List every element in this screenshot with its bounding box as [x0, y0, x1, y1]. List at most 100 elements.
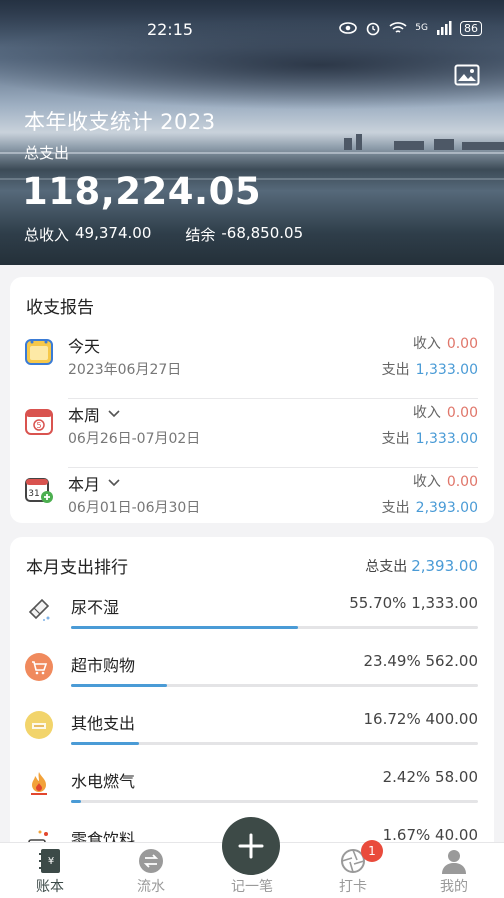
income-label: 收入 — [412, 336, 441, 352]
ranking-item-name: 超市购物 — [71, 656, 136, 675]
tab-profile[interactable]: 我的 — [404, 843, 504, 898]
horizon-line — [0, 152, 504, 154]
ranking-total: 总支出 2,393.00 — [365, 556, 478, 576]
tab-label: 账本 — [36, 879, 64, 895]
tab-label: 我的 — [440, 879, 468, 895]
balance-amount: -68,850.05 — [221, 224, 304, 242]
ranking-item-percent: 16.72% — [363, 710, 421, 728]
eye-icon — [339, 22, 358, 34]
report-period-name: 本周 — [68, 406, 101, 425]
ranking-item-amount: 58.00 — [435, 768, 478, 786]
ranking-item[interactable]: 超市购物 23.49% 562.00 — [10, 648, 494, 706]
status-time: 22:15 — [146, 20, 194, 39]
income-expense-report-card: 收支报告 今天 2023年06月27日 收入 0.00 支出 1,333.00 5 … — [10, 277, 494, 523]
signal-icon — [437, 21, 452, 35]
tab-label: 流水 — [137, 879, 165, 895]
ranking-progress-track — [71, 800, 478, 803]
report-row-today[interactable]: 今天 2023年06月27日 收入 0.00 支出 1,333.00 — [10, 331, 494, 399]
ranking-item[interactable]: 水电燃气 2.42% 58.00 — [10, 764, 494, 822]
report-period-date: 06月01日-06月30日 — [68, 500, 201, 516]
ranking-item[interactable]: 尿不湿 55.70% 1,333.00 — [10, 590, 494, 648]
header-banner: 22:15 5G 86 本年收支统计 2023 总支出 118,224.05 总… — [0, 0, 504, 265]
ranking-total-label: 总支出 — [365, 559, 408, 575]
calendar-today-icon — [25, 339, 53, 365]
change-background-image-icon[interactable] — [454, 64, 480, 86]
ranking-item-amount: 562.00 — [425, 652, 479, 670]
report-row-week[interactable]: 5 本周 06月26日-07月02日 收入 0.00 支出 1,333.00 — [10, 400, 494, 468]
tab-label: 记一笔 — [231, 879, 273, 895]
total-income-amount: 49,374.00 — [75, 224, 152, 242]
plus-icon — [238, 833, 264, 859]
income-label: 收入 — [412, 405, 441, 421]
divider — [68, 398, 478, 399]
ranking-progress-fill — [71, 742, 140, 745]
ranking-progress-track — [71, 626, 478, 629]
svg-text:5: 5 — [36, 421, 41, 430]
city-skyline-decoration — [344, 134, 504, 150]
ranking-progress-fill — [71, 800, 81, 803]
ranking-title: 本月支出排行 — [26, 558, 128, 578]
fire-icon — [31, 772, 47, 795]
ranking-item-percent: 2.42% — [382, 768, 431, 786]
tab-label: 打卡 — [339, 879, 367, 895]
yearly-stats-title: 本年收支统计 2023 — [24, 110, 216, 134]
status-icons: 5G 86 — [339, 20, 482, 36]
wifi-icon — [389, 22, 407, 33]
ranking-progress-track — [71, 684, 478, 687]
total-expense-amount: 118,224.05 — [22, 170, 262, 213]
ranking-total-value: 2,393.00 — [411, 557, 478, 575]
alarm-icon — [366, 22, 380, 36]
transfer-icon — [139, 849, 163, 873]
income-value: 0.00 — [446, 405, 478, 421]
tab-check-in[interactable]: 1 打卡 — [303, 840, 403, 898]
report-period-date: 2023年06月27日 — [68, 362, 182, 378]
ranking-item-percent: 23.49% — [363, 652, 421, 670]
diaper-icon — [28, 598, 50, 621]
expense-value: 1,333.00 — [415, 362, 478, 378]
svg-text:¥: ¥ — [48, 856, 54, 867]
chevron-down-icon[interactable] — [108, 479, 120, 487]
notification-badge: 1 — [361, 840, 383, 862]
ranking-item-amount: 400.00 — [425, 710, 479, 728]
total-expense-label: 总支出 — [24, 144, 70, 162]
expense-value: 1,333.00 — [415, 431, 478, 447]
ranking-item-percent: 55.70% — [349, 594, 407, 612]
ranking-progress-fill — [71, 626, 298, 629]
expense-label: 支出 — [381, 500, 410, 516]
bottom-tab-bar: ¥ 账本 流水 记一笔 1 打卡 我的 — [0, 817, 504, 898]
ranking-progress-track — [71, 742, 478, 745]
tab-transactions[interactable]: 流水 — [101, 843, 201, 898]
report-period-name: 本月 — [68, 475, 101, 494]
report-title: 收支报告 — [26, 298, 94, 318]
ranking-item-name: 其他支出 — [71, 714, 136, 733]
svg-text:31: 31 — [28, 489, 39, 499]
tab-ledger[interactable]: ¥ 账本 — [0, 843, 100, 898]
income-label: 收入 — [412, 474, 441, 490]
balance-label: 结余 — [185, 226, 216, 244]
expense-label: 支出 — [381, 362, 410, 378]
monthly-expense-ranking-card: 本月支出排行 总支出 2,393.00 尿不湿 55.70% 1,333.00 超… — [10, 537, 494, 857]
report-row-month[interactable]: 31 本月 06月01日-06月30日 收入 0.00 支出 2,393.00 — [10, 469, 494, 537]
expense-value: 2,393.00 — [415, 500, 478, 516]
report-period-date: 06月26日-07月02日 — [68, 431, 201, 447]
expense-label: 支出 — [381, 431, 410, 447]
ranking-item-name: 水电燃气 — [71, 772, 136, 791]
calendar-month-icon: 31 — [25, 478, 53, 503]
shopping-cart-icon — [25, 653, 53, 681]
status-bar: 22:15 5G 86 — [0, 0, 504, 56]
profile-icon — [442, 850, 466, 874]
ranking-item-name: 尿不湿 — [71, 598, 120, 617]
ranking-progress-fill — [71, 684, 167, 687]
ranking-item-amount: 1,333.00 — [411, 594, 478, 612]
income-value: 0.00 — [446, 336, 478, 352]
calendar-week-icon: 5 — [25, 409, 53, 435]
income-value: 0.00 — [446, 474, 478, 490]
report-period-name: 今天 — [68, 337, 101, 356]
battery-indicator: 86 — [460, 20, 482, 36]
chevron-down-icon[interactable] — [108, 410, 120, 418]
add-record-button[interactable] — [222, 817, 280, 875]
income-balance-summary: 总收入 49,374.00 结余 -68,850.05 — [24, 224, 303, 245]
divider — [68, 467, 478, 468]
ranking-item[interactable]: 其他支出 16.72% 400.00 — [10, 706, 494, 764]
other-expense-icon — [25, 711, 53, 739]
